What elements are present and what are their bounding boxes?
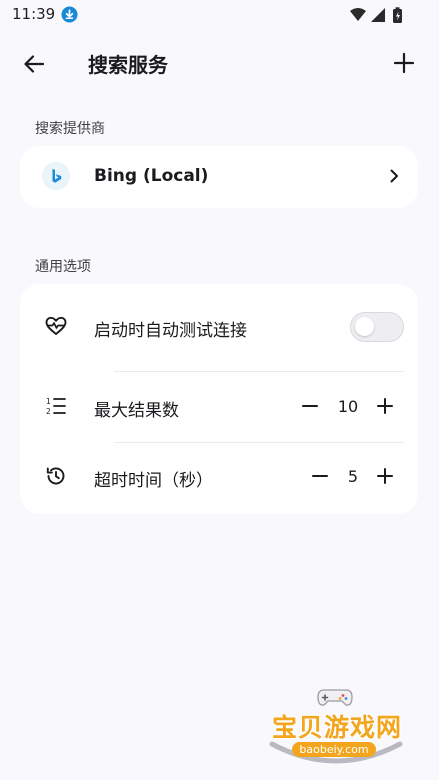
svg-text:2: 2: [46, 407, 51, 416]
page-title: 搜索服务: [88, 53, 168, 77]
auto-test-row[interactable]: 启动时自动测试连接: [20, 292, 418, 362]
download-notification-icon: [61, 6, 78, 23]
app-bar: 搜索服务: [0, 36, 439, 92]
bing-logo-icon: [42, 162, 70, 190]
watermark-logo: 宝贝游戏网 baobeiy.com: [262, 686, 412, 776]
wifi-icon: [350, 8, 366, 21]
status-time: 11:39: [12, 5, 56, 23]
max-results-row: 1 2 最大结果数 10: [20, 372, 418, 442]
timeout-label: 超时时间（秒）: [94, 471, 213, 491]
heart-pulse-icon: [45, 316, 67, 335]
cellular-signal-icon: [371, 8, 385, 22]
numbered-list-icon: 1 2: [46, 397, 66, 416]
timeout-value: 5: [347, 467, 359, 486]
max-results-label: 最大结果数: [94, 401, 179, 421]
max-results-value: 10: [337, 397, 359, 416]
timeout-decrement-button[interactable]: [310, 466, 330, 486]
max-results-decrement-button[interactable]: [300, 396, 320, 416]
watermark-domain: baobeiy.com: [292, 742, 376, 757]
svg-text:1: 1: [46, 397, 51, 406]
watermark-text: 宝贝游戏网: [271, 713, 402, 742]
provider-name: Bing (Local): [94, 166, 209, 186]
timeout-row: 超时时间（秒） 5: [20, 442, 418, 512]
game-controller-icon: [317, 689, 353, 706]
options-card: 启动时自动测试连接 1 2 最大结果数 10 超时时间（秒） 5: [20, 284, 418, 514]
history-icon: [46, 467, 65, 485]
max-results-increment-button[interactable]: [375, 396, 395, 416]
back-arrow-icon[interactable]: [20, 50, 48, 78]
add-icon[interactable]: [391, 50, 417, 76]
status-bar: 11:39: [0, 0, 439, 32]
auto-test-toggle[interactable]: [350, 312, 404, 342]
status-icons: [350, 7, 402, 23]
timeout-increment-button[interactable]: [375, 466, 395, 486]
battery-icon: [393, 7, 402, 23]
section-label-options: 通用选项: [35, 259, 91, 275]
section-label-provider: 搜索提供商: [35, 121, 105, 137]
toggle-knob: [355, 317, 374, 336]
chevron-right-icon: [390, 169, 398, 183]
provider-card[interactable]: Bing (Local): [20, 146, 418, 208]
auto-test-label: 启动时自动测试连接: [94, 321, 247, 341]
